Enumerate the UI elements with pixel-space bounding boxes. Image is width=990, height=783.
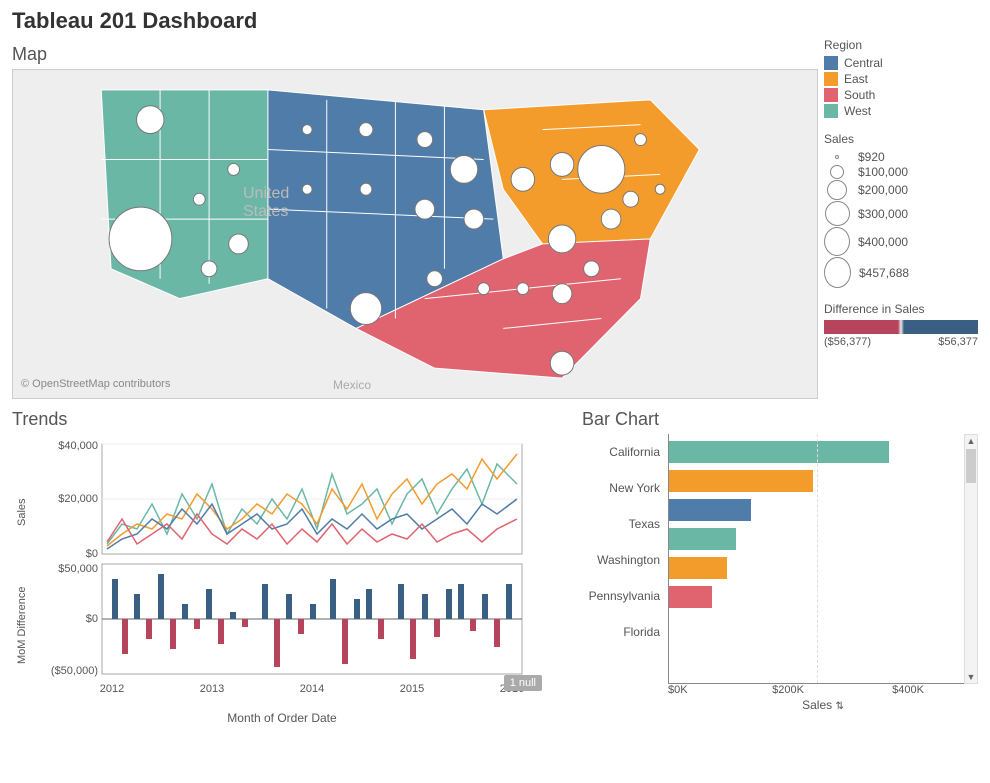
null-indicator[interactable]: 1 null xyxy=(504,675,542,691)
bar-row-bar[interactable] xyxy=(669,557,727,579)
bar-row-label: Texas xyxy=(582,506,668,542)
legend-region-header: Region xyxy=(824,38,978,52)
legend-region: Region Central East South West xyxy=(824,38,978,118)
map-bubble[interactable] xyxy=(655,184,665,194)
map-bubble[interactable] xyxy=(450,155,477,183)
legend-size-label: $400,000 xyxy=(858,235,918,249)
bar-row-bar[interactable] xyxy=(669,441,889,463)
map-bubble[interactable] xyxy=(584,261,600,277)
map-bubble[interactable] xyxy=(548,225,575,253)
scroll-up-icon[interactable]: ▲ xyxy=(967,435,976,447)
map-section-title: Map xyxy=(12,38,818,69)
trends-section-title: Trends xyxy=(12,403,552,434)
map-bubble[interactable] xyxy=(137,106,164,134)
bar-x-label: Sales ⇅ xyxy=(668,698,978,712)
map-bubble[interactable] xyxy=(415,199,435,219)
map-bubble[interactable] xyxy=(228,163,240,175)
legend-size-row[interactable]: $457,688 xyxy=(824,257,978,288)
bar-row-label: Washington xyxy=(582,542,668,578)
legend-sales-header: Sales xyxy=(824,132,978,146)
legend-size-label: $300,000 xyxy=(858,207,918,221)
map-bubble-florida[interactable] xyxy=(550,351,574,375)
legend-size-label: $200,000 xyxy=(858,183,918,197)
legend-size-row[interactable]: $200,000 xyxy=(824,180,978,200)
map-bubble[interactable] xyxy=(550,152,574,176)
map-bubble-texas[interactable] xyxy=(350,293,381,325)
trends-y2-tick: $0 xyxy=(86,613,98,625)
legend-sales-size: Sales $920$100,000 $200,000 $300,000 $400,0… xyxy=(824,132,978,288)
map-country-label: Mexico xyxy=(333,378,371,392)
sort-icon[interactable]: ⇅ xyxy=(835,701,843,712)
trends-viz[interactable]: Sales MoM Difference $0 $20,000 $40,000 xyxy=(12,434,552,725)
map-bubble[interactable] xyxy=(359,123,373,137)
dashboard-title: Tableau 201 Dashboard xyxy=(0,0,990,38)
bar-x-tick: $0K xyxy=(668,684,728,696)
trends-y2-label: MoM Difference xyxy=(16,587,28,664)
legend-size-label: $457,688 xyxy=(859,266,919,280)
trends-x-tick: 2013 xyxy=(200,683,224,695)
scroll-down-icon[interactable]: ▼ xyxy=(967,671,976,683)
bar-viz[interactable]: CaliforniaNew YorkTexasWashingtonPennsyl… xyxy=(582,434,978,684)
trends-y1-tick: $0 xyxy=(86,548,98,560)
map-bubble[interactable] xyxy=(478,283,490,295)
map-bubble[interactable] xyxy=(601,209,621,229)
trends-x-tick: 2012 xyxy=(100,683,124,695)
map-bubble[interactable] xyxy=(464,209,484,229)
trends-x-tick: 2015 xyxy=(400,683,424,695)
map-bubble[interactable] xyxy=(417,132,433,148)
bar-x-tick: $200K xyxy=(728,684,848,696)
legend-diff: Difference in Sales ($56,377) $56,377 xyxy=(824,302,978,348)
bar-x-tick: $400K xyxy=(848,684,968,696)
map-bubble[interactable] xyxy=(201,261,217,277)
map-bubble[interactable] xyxy=(517,283,529,295)
trends-y2-tick: ($50,000) xyxy=(51,665,98,677)
bar-row-bar[interactable] xyxy=(669,586,712,608)
map-bubble[interactable] xyxy=(511,167,535,191)
map-bubble[interactable] xyxy=(229,234,249,254)
map-viz[interactable]: United States Mexico © OpenStreetMap con… xyxy=(12,69,818,399)
scroll-thumb[interactable] xyxy=(966,449,976,483)
trends-y1-label: Sales xyxy=(16,498,28,526)
bar-scrollbar[interactable]: ▲ ▼ xyxy=(964,434,978,684)
bar-row-label: Pennsylvania xyxy=(582,578,668,614)
map-bubble[interactable] xyxy=(302,184,312,194)
legend-size-row[interactable]: $400,000 xyxy=(824,227,978,256)
legend-diff-min: ($56,377) xyxy=(824,336,871,348)
legend-size-label: $100,000 xyxy=(858,165,918,179)
map-bubble[interactable] xyxy=(623,191,639,207)
legend-diff-header: Difference in Sales xyxy=(824,302,978,316)
legend-size-row[interactable]: $920 xyxy=(824,150,978,164)
map-bubble[interactable] xyxy=(360,183,372,195)
map-bubble-newyork[interactable] xyxy=(578,146,625,194)
trends-y2-tick: $50,000 xyxy=(58,563,98,575)
trends-x-tick: 2014 xyxy=(300,683,324,695)
map-attribution: © OpenStreetMap contributors xyxy=(21,378,170,390)
bar-section-title: Bar Chart xyxy=(582,403,978,434)
bar-row-label: New York xyxy=(582,470,668,506)
bar-row-label: Florida xyxy=(582,614,668,650)
legend-size-label: $920 xyxy=(858,150,918,164)
map-bubble[interactable] xyxy=(552,284,572,304)
map-bubble[interactable] xyxy=(302,125,312,135)
bar-row-bar[interactable] xyxy=(669,499,751,521)
legend-item-central[interactable]: Central xyxy=(824,56,978,70)
legend-item-south[interactable]: South xyxy=(824,88,978,102)
map-bubble-california[interactable] xyxy=(109,207,172,271)
bar-row-label: California xyxy=(582,434,668,470)
legend-diff-gradient[interactable] xyxy=(824,320,978,334)
legend-diff-max: $56,377 xyxy=(938,336,978,348)
map-bubble[interactable] xyxy=(635,134,647,146)
legend-size-row[interactable]: $100,000 xyxy=(824,165,978,179)
bar-row-bar[interactable] xyxy=(669,470,813,492)
legend-item-east[interactable]: East xyxy=(824,72,978,86)
legend-item-west[interactable]: West xyxy=(824,104,978,118)
map-bubble[interactable] xyxy=(427,271,443,287)
bar-row-bar[interactable] xyxy=(669,528,736,550)
trends-y1-tick: $20,000 xyxy=(58,493,98,505)
map-bubble[interactable] xyxy=(193,193,205,205)
trends-x-label: Month of Order Date xyxy=(12,711,552,725)
trends-y1-tick: $40,000 xyxy=(58,440,98,452)
legend-size-row[interactable]: $300,000 xyxy=(824,201,978,226)
